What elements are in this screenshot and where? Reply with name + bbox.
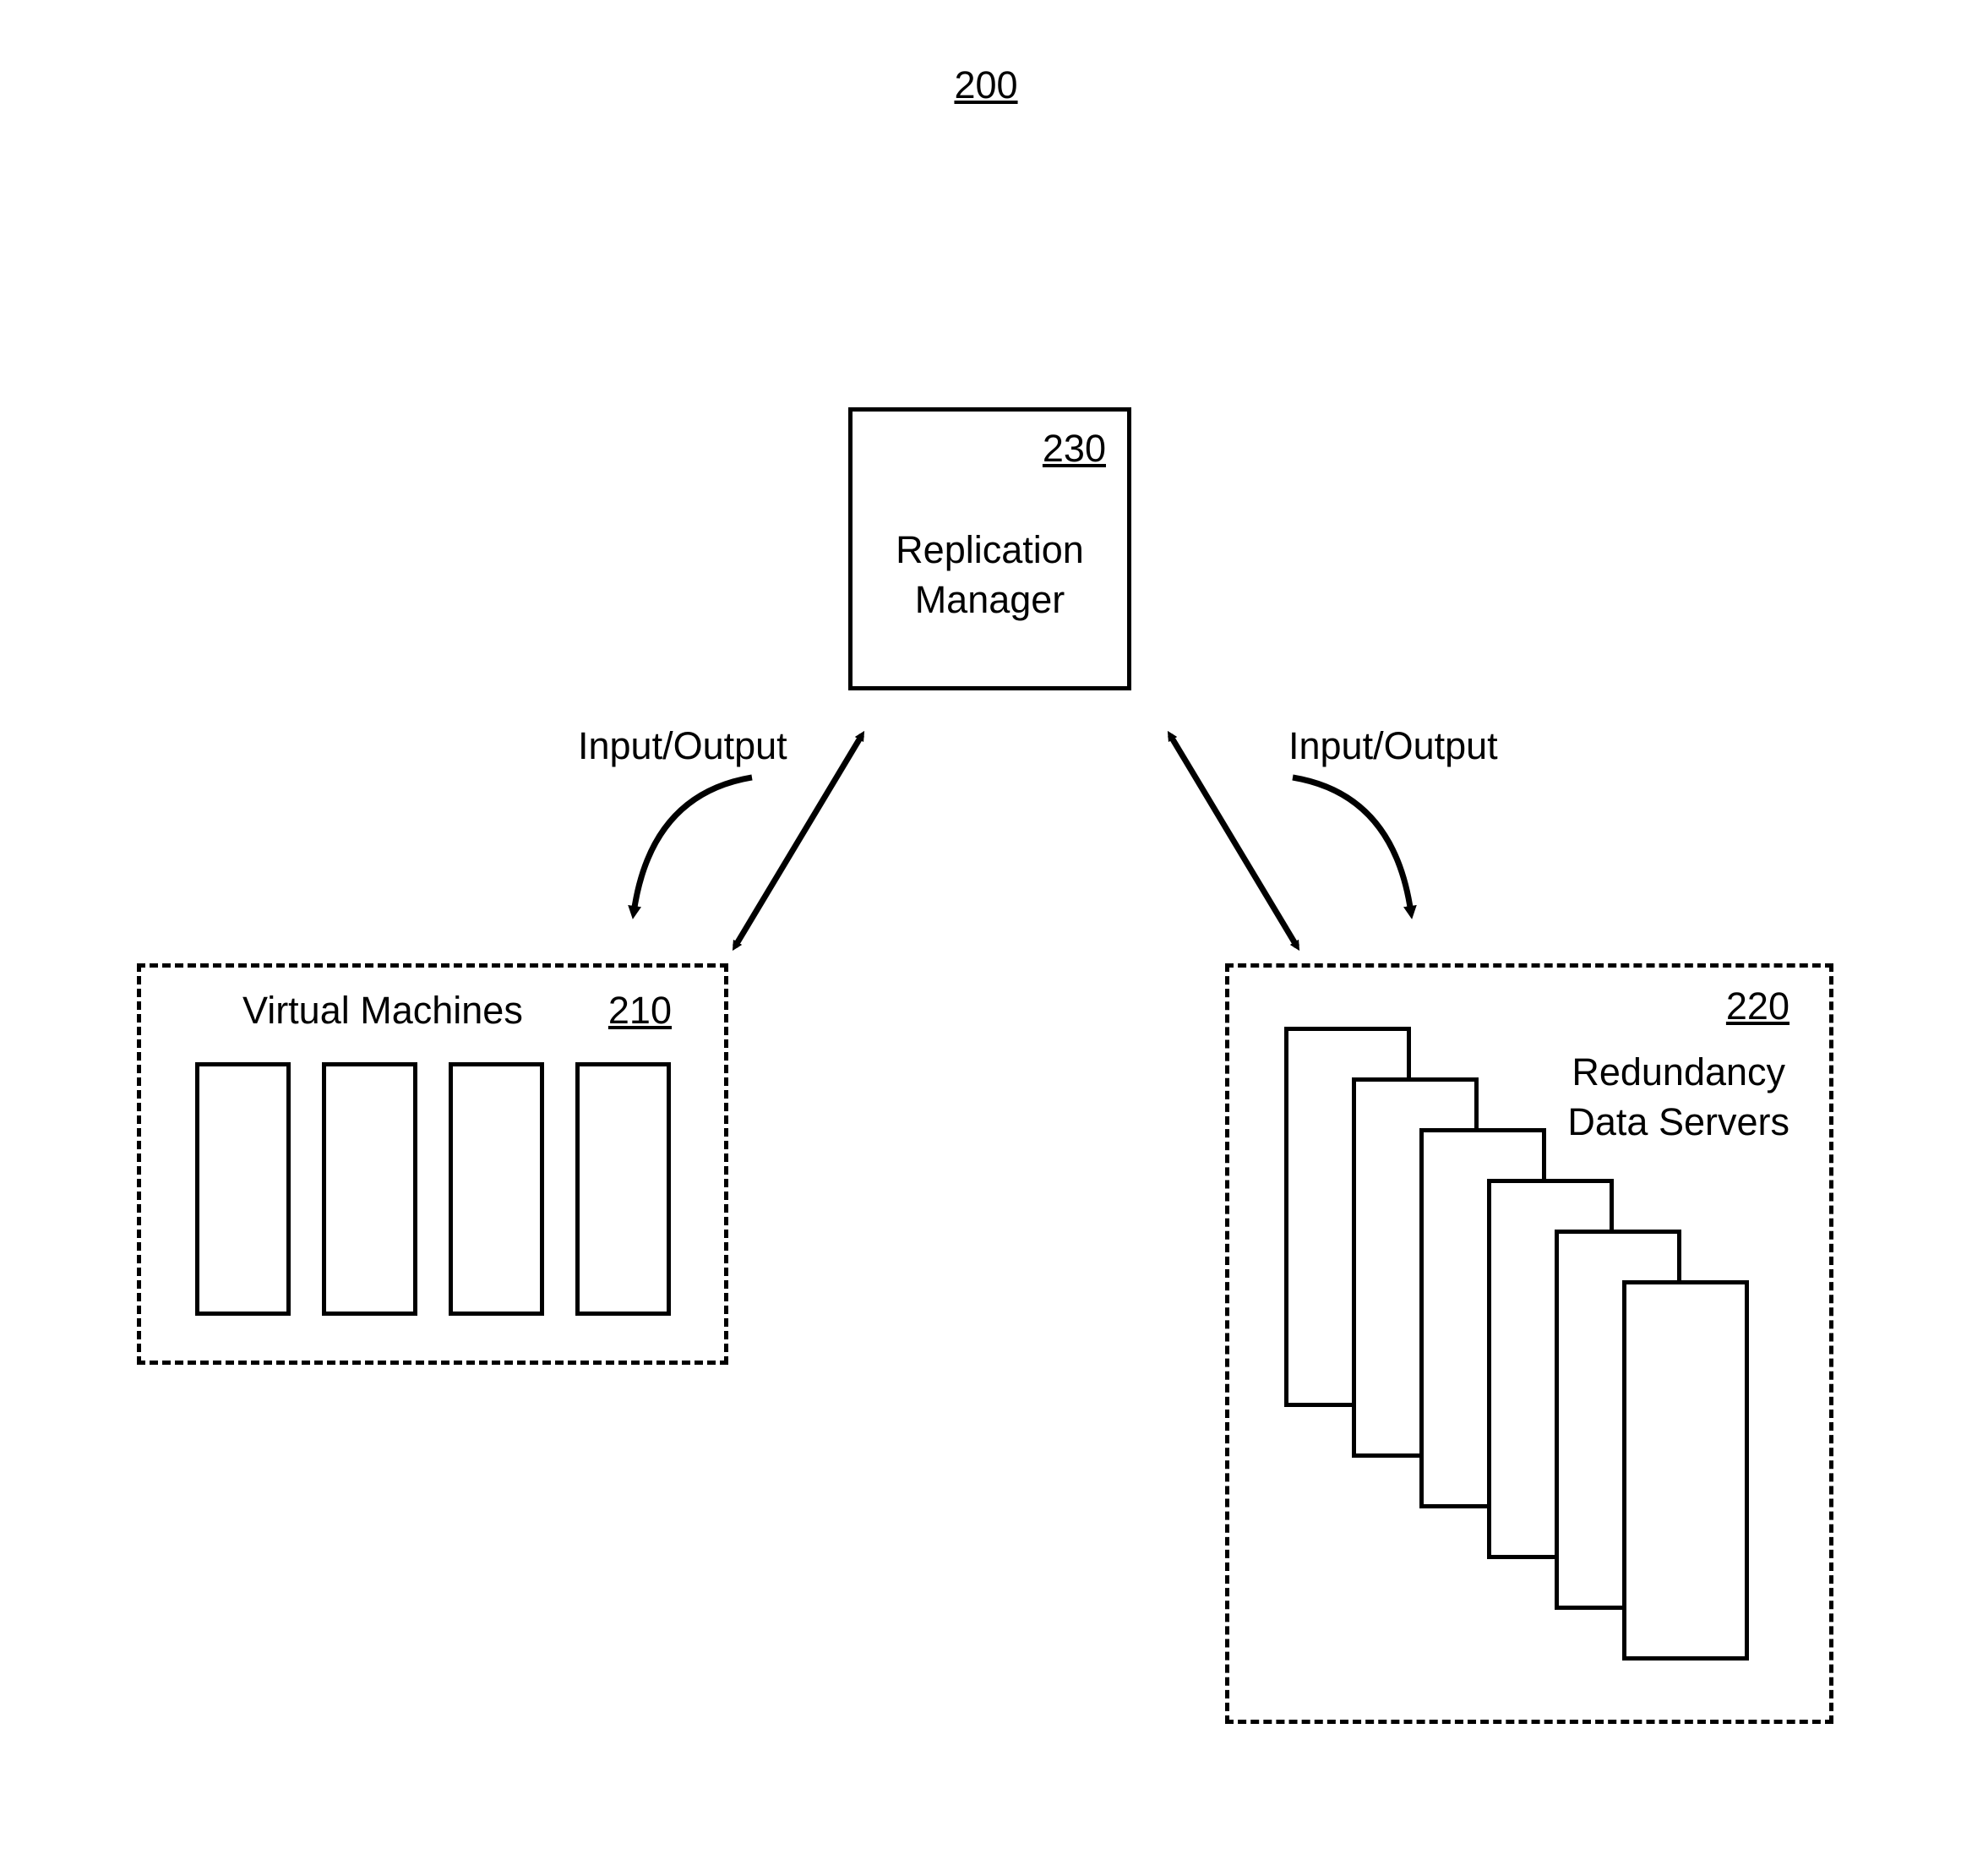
replication-manager-label: Replication Manager <box>853 526 1127 624</box>
replication-manager-ref: 230 <box>1043 427 1106 471</box>
figure-reference: 200 <box>954 63 1017 107</box>
virtual-machines-ref: 210 <box>608 989 672 1033</box>
server-rect <box>1622 1280 1749 1661</box>
virtual-machines-rects <box>195 1062 671 1316</box>
redundancy-servers-ref: 220 <box>1726 984 1790 1028</box>
vm-rect <box>195 1062 291 1316</box>
vm-rect <box>575 1062 671 1316</box>
io-label-left: Input/Output <box>578 724 787 768</box>
redundancy-servers-title: Redundancy Data Servers <box>1567 1048 1790 1147</box>
redundancy-servers-container: 220 Redundancy Data Servers <box>1225 963 1833 1724</box>
io-label-right: Input/Output <box>1288 724 1498 768</box>
vm-rect <box>449 1062 544 1316</box>
virtual-machines-container: Virtual Machines 210 <box>137 963 728 1365</box>
replication-manager-box: 230 Replication Manager <box>848 407 1131 690</box>
virtual-machines-title: Virtual Machines <box>242 989 523 1033</box>
vm-rect <box>322 1062 417 1316</box>
